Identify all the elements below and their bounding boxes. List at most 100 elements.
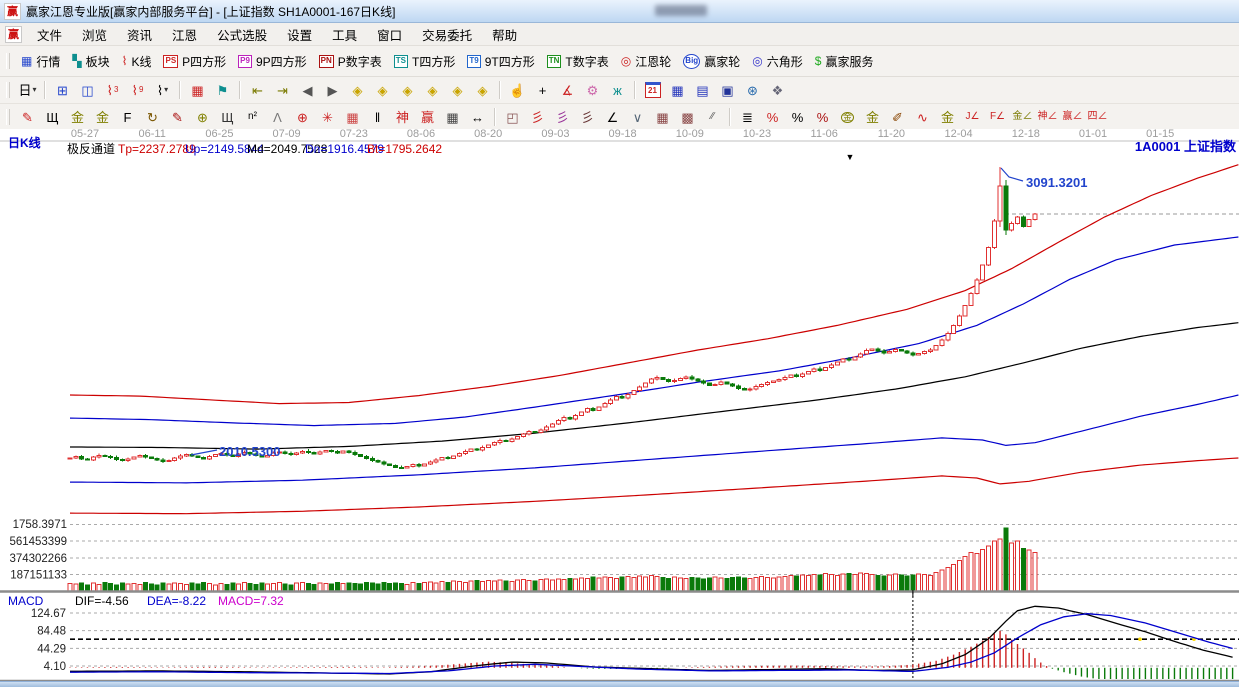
gold-comb-2-icon-button[interactable]: 金 (91, 107, 114, 127)
winner-wheel-button[interactable]: Big赢家轮 (677, 51, 746, 72)
menu-item-资讯[interactable]: 资讯 (117, 23, 162, 46)
menu-item-帮助[interactable]: 帮助 (482, 23, 527, 46)
candle-group-3-icon-button[interactable]: ⌇3 (101, 80, 124, 100)
parallel-slashes-icon-button[interactable]: ∕∕ (701, 107, 724, 127)
winner-service-button[interactable]: $赢家服务 (809, 51, 880, 72)
si-angle-icon-button[interactable]: 四∠ (1086, 107, 1109, 127)
last-bar-icon-button[interactable]: ⇥ (271, 80, 294, 100)
menu-item-窗口[interactable]: 窗口 (367, 23, 412, 46)
gann-box-icon-button[interactable]: ▦ (186, 80, 209, 100)
flag-chart-icon-button[interactable]: ⚑ (211, 80, 234, 100)
prev-bar-icon-button[interactable]: ◀ (296, 80, 319, 100)
circle-grid-icon-button[interactable]: ⊕ (191, 107, 214, 127)
crosshair-icon-button[interactable]: + (531, 80, 554, 100)
menu-item-公式选股[interactable]: 公式选股 (207, 23, 277, 46)
first-bar-icon-button[interactable]: ⇤ (246, 80, 269, 100)
diamond-compress-h-icon: ◈ (428, 84, 438, 97)
star-burst-icon-button[interactable]: ✳ (316, 107, 339, 127)
info-list-icon-button[interactable]: ◫ (76, 80, 99, 100)
fan-box-2-icon-button[interactable]: 彡 (576, 107, 599, 127)
hexagon-button[interactable]: ◎六角形 (746, 51, 809, 72)
angle-measure-icon-button[interactable]: ∡ (556, 80, 579, 100)
width-measure-icon-button[interactable]: ↔ (466, 107, 489, 127)
pencil-ruler-icon-button[interactable]: ✎ (166, 107, 189, 127)
percent-t-icon-button[interactable]: % (761, 107, 784, 127)
menu-item-江恩[interactable]: 江恩 (162, 23, 207, 46)
p9-square-button[interactable]: P99P四方形 (232, 51, 312, 72)
shen-angle-icon-button[interactable]: 神∠ (1036, 107, 1059, 127)
diamond-shift-right-icon-button[interactable]: ◈ (371, 80, 394, 100)
wave-tool-icon-button[interactable]: ∿ (911, 107, 934, 127)
angle-line-icon-button[interactable]: ∠ (601, 107, 624, 127)
next-bar-icon-button[interactable]: ▶ (321, 80, 344, 100)
calculator-icon-button[interactable]: ▦ (666, 80, 689, 100)
grid-square-2-icon-button[interactable]: ▩ (676, 107, 699, 127)
fan-box-icon-button[interactable]: 彡 (551, 107, 574, 127)
f-angle-icon-button[interactable]: F∠ (986, 107, 1009, 127)
percent-line-icon-button[interactable]: % (811, 107, 834, 127)
mirror-fold-icon-button[interactable]: Λ (266, 107, 289, 127)
percent-icon-button[interactable]: % (786, 107, 809, 127)
gann-grid-window-icon-button[interactable]: ⊞ (51, 80, 74, 100)
t-square-button[interactable]: TST四方形 (388, 51, 462, 72)
n-squared-icon-button[interactable]: n² (241, 107, 264, 127)
grid-comb-icon-button[interactable]: Щ (41, 107, 64, 127)
candle-style-icon-button[interactable]: ⌇▾ (151, 80, 174, 100)
save-icon-button[interactable]: ▣ (716, 80, 739, 100)
gold-comb-icon-button[interactable]: 金 (66, 107, 89, 127)
pattern-brain-icon-button[interactable]: ж (606, 80, 629, 100)
box-select-icon-button[interactable]: ◰ (501, 107, 524, 127)
gann-wheel-button[interactable]: ◎江恩轮 (615, 51, 678, 72)
target-cross-icon-button[interactable]: ⊕ (291, 107, 314, 127)
menu-item-工具[interactable]: 工具 (322, 23, 367, 46)
calendar-icon-button[interactable]: 21 (641, 80, 664, 100)
ray-fan-icon-button[interactable]: 彡 (526, 107, 549, 127)
gold-angle-icon-button[interactable]: 金∠ (1011, 107, 1034, 127)
candle-pair-icon-button[interactable]: ‖ (366, 107, 389, 127)
diamond-compress-all-icon-button[interactable]: ◈ (471, 80, 494, 100)
v-waves-icon-button[interactable]: ∨ (626, 107, 649, 127)
gold-line-icon-button[interactable]: 金 (861, 107, 884, 127)
ying-angle-icon-button[interactable]: 赢∠ (1061, 107, 1084, 127)
web-grid-icon-button[interactable]: ▦ (341, 107, 364, 127)
network-icon-button[interactable]: ⊛ (741, 80, 764, 100)
menu-item-交易委托[interactable]: 交易委托 (412, 23, 482, 46)
remote-pc-icon-button[interactable]: ❖ (766, 80, 789, 100)
spiral-tool-icon-button[interactable]: ↻ (141, 107, 164, 127)
drag-hand-icon-button[interactable]: ☝ (506, 80, 529, 100)
sector-blocks-button[interactable]: ▚板块 (66, 51, 115, 72)
brush-tool-icon-button[interactable]: ✐ (886, 107, 909, 127)
period-day-selector-icon-button[interactable]: 日▾ (16, 80, 39, 100)
f-comb-icon-button[interactable]: F (116, 107, 139, 127)
title-bar[interactable]: 赢 赢家江恩专业版[赢家内部服务平台] - [上证指数 SH1A0001-167… (0, 0, 1239, 23)
gold-line-2-icon-button[interactable]: 金 (936, 107, 959, 127)
grid-square-icon-button[interactable]: ▦ (651, 107, 674, 127)
kline-button[interactable]: ⌇K线 (116, 51, 158, 72)
menu-item-文件[interactable]: 文件 (27, 23, 72, 46)
diamond-expand-all-icon-button[interactable]: ◈ (446, 80, 469, 100)
p-square-button[interactable]: PSP四方形 (157, 51, 232, 72)
candle-group-9-icon-button[interactable]: ⌇9 (126, 80, 149, 100)
menu-item-浏览[interactable]: 浏览 (72, 23, 117, 46)
ying-tool-icon-button[interactable]: 赢 (416, 107, 439, 127)
gear-tool-icon-button[interactable]: ⚙ (581, 80, 604, 100)
diamond-compress-h-icon-button[interactable]: ◈ (421, 80, 444, 100)
market-quotes-button[interactable]: ▦行情 (15, 51, 66, 72)
p9-square-label: 9P四方形 (256, 53, 307, 70)
menu-item-设置[interactable]: 设置 (277, 23, 322, 46)
notes-icon-button[interactable]: ▤ (691, 80, 714, 100)
volume-axis-label: 561453399 (9, 536, 67, 548)
j-angle-icon-button[interactable]: J∠ (961, 107, 984, 127)
t9-square-button[interactable]: T99T四方形 (461, 51, 540, 72)
pencil-tool-icon-button[interactable]: ✎ (16, 107, 39, 127)
diamond-shift-left-icon-button[interactable]: ◈ (346, 80, 369, 100)
diamond-expand-h-icon-button[interactable]: ◈ (396, 80, 419, 100)
shen-tool-icon-button[interactable]: 神 (391, 107, 414, 127)
comb-dense-icon-button[interactable]: Щ (216, 107, 239, 127)
chart-canvas[interactable]: 05-2706-1106-2507-0907-2308-0608-2009-03… (0, 129, 1239, 686)
t-number-table-button[interactable]: TNT数字表 (541, 51, 615, 72)
ruler-grid-icon-button[interactable]: ▦ (441, 107, 464, 127)
gold-circle-icon-button[interactable]: 金 (836, 107, 859, 127)
step-bars-icon-button[interactable]: ≣ (736, 107, 759, 127)
p-number-table-button[interactable]: PNP数字表 (313, 51, 388, 72)
